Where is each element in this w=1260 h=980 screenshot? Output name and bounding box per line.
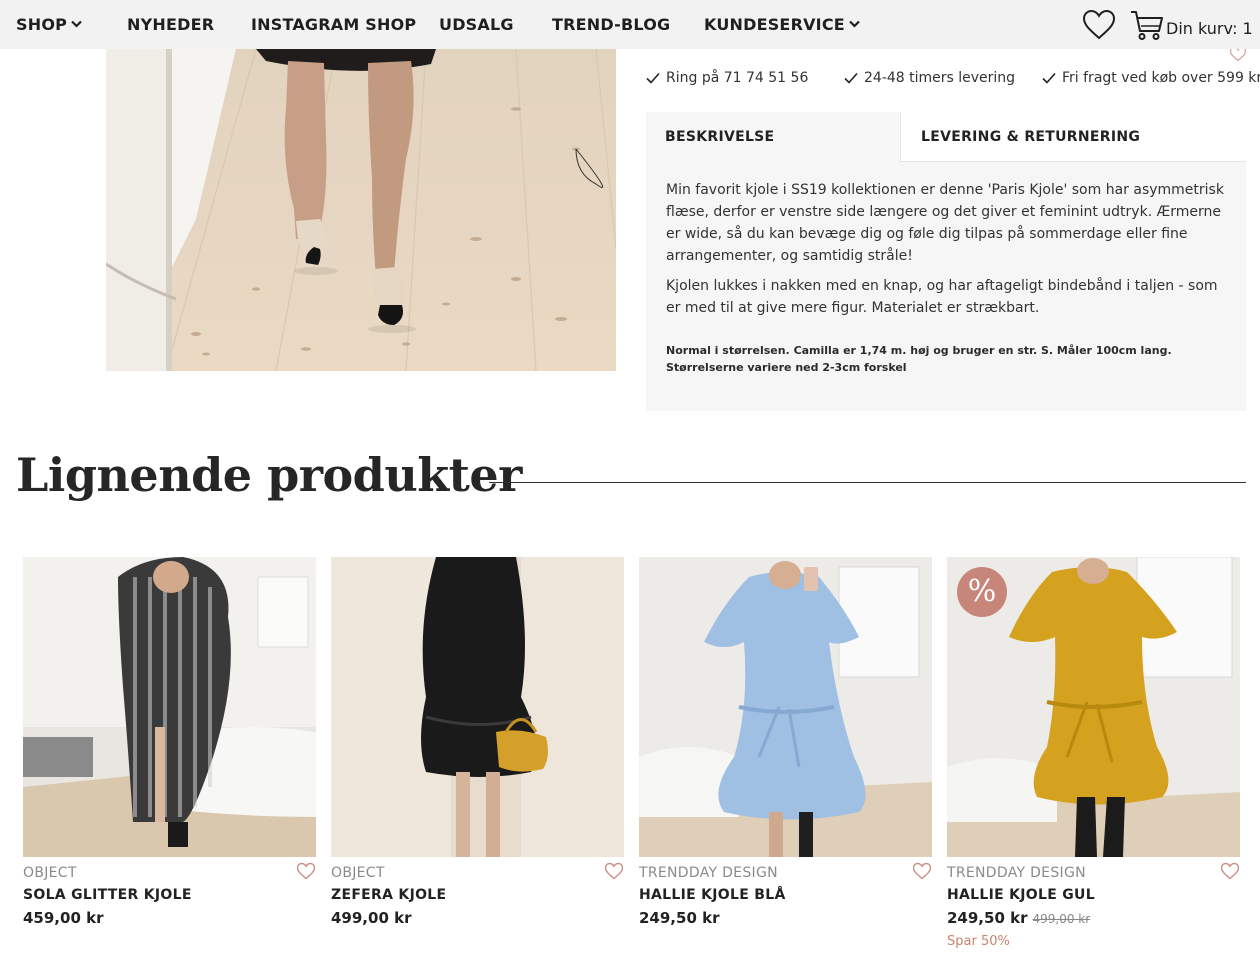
description-panel: Min favorit kjole i SS19 kollektionen er… [646,162,1246,411]
heart-icon[interactable] [1082,9,1116,41]
description-paragraph: Min favorit kjole i SS19 kollektionen er… [666,182,1224,264]
product-card: TRENDDAY DESIGN HALLIE KJOLE BLÅ 249,50 … [639,557,932,967]
nav-item-instagram-shop[interactable]: INSTAGRAM SHOP [251,0,416,49]
usp-item-free-shipping: Fri fragt ved køb over 599 kr [1042,68,1260,88]
price-value: 459,00 kr [23,909,104,927]
nav-item-nyheder[interactable]: NYHEDER [127,0,214,49]
product-name[interactable]: HALLIE KJOLE BLÅ [639,887,786,903]
section-title: Lignende produkter [16,448,522,502]
product-brand: OBJECT [331,865,385,881]
chevron-down-icon [849,20,860,28]
usp-text: Fri fragt ved køb over 599 kr [1062,70,1260,86]
divider [489,482,1246,483]
product-image[interactable] [23,557,316,857]
product-brand: TRENDDAY DESIGN [947,865,1086,881]
usp-item-phone: Ring på 71 74 51 56 [646,68,808,88]
heart-icon[interactable] [296,862,316,880]
chevron-down-icon [71,20,82,28]
nav-item-label: SHOP [16,15,68,34]
product-card: OBJECT ZEFERA KJOLE 499,00 kr [331,557,624,967]
product-image[interactable] [331,557,624,857]
heart-icon[interactable] [912,862,932,880]
nav-item-label: UDSALG [439,15,514,34]
product-name[interactable]: ZEFERA KJOLE [331,887,446,903]
savings-label: Spar 50% [947,934,1010,949]
nav-item-label: TREND-BLOG [552,15,671,34]
product-brand: TRENDDAY DESIGN [639,865,778,881]
tab-beskrivelse[interactable]: BESKRIVELSE [646,112,900,162]
heart-icon[interactable] [604,862,624,880]
product-price: 459,00 kr [23,909,103,927]
usp-text: 24-48 timers levering [864,70,1016,86]
cart-button[interactable]: Din kurv: 1 [1130,8,1253,42]
nav-item-udsalg[interactable]: UDSALG [439,0,514,49]
nav-item-shop[interactable]: SHOP [16,0,82,49]
old-price: 499,00 kr [1032,912,1091,926]
product-card: % TRENDDAY DESIGN HALLIE KJOLE GUL 249,5… [947,557,1240,967]
product-price: 249,50 kr 499,00 kr [947,909,1090,927]
nav-item-label: KUNDESERVICE [704,15,845,34]
cart-icon [1131,11,1163,40]
product-name[interactable]: SOLA GLITTER KJOLE [23,887,192,903]
nav-item-label: INSTAGRAM SHOP [251,15,417,34]
price-value: 249,50 kr [639,909,720,927]
check-icon [844,72,858,84]
nav-item-label: NYHEDER [127,15,215,34]
check-icon [646,72,660,84]
price-value: 499,00 kr [331,909,412,927]
product-brand: OBJECT [23,865,77,881]
usp-item-delivery: 24-48 timers levering [844,68,1015,88]
product-image[interactable]: % [947,557,1240,857]
product-card: OBJECT SOLA GLITTER KJOLE 459,00 kr [23,557,316,967]
heart-icon[interactable] [1220,862,1240,880]
usp-text: Ring på 71 74 51 56 [666,70,809,86]
cart-label: Din kurv: 1 [1166,18,1253,38]
product-name[interactable]: HALLIE KJOLE GUL [947,887,1095,903]
product-price: 499,00 kr [331,909,411,927]
top-navigation: SHOP NYHEDER INSTAGRAM SHOP UDSALG TREND… [0,0,1260,49]
sale-badge: % [957,567,1007,617]
size-note: Normal i størrelsen. Camilla er 1,74 m. … [666,344,1172,374]
nav-item-trend-blog[interactable]: TREND-BLOG [552,0,670,49]
product-price: 249,50 kr [639,909,719,927]
product-tabs: BESKRIVELSE LEVERING & RETURNERING [646,112,1246,162]
nav-item-kundeservice[interactable]: KUNDESERVICE [704,0,860,49]
tab-levering-returnering[interactable]: LEVERING & RETURNERING [900,112,1246,162]
check-icon [1042,72,1056,84]
product-image[interactable] [639,557,932,857]
price-value: 249,50 kr [947,909,1028,927]
product-main-image[interactable] [106,49,616,371]
description-paragraph: Kjolen lukkes i nakken med en knap, og h… [666,278,1218,316]
